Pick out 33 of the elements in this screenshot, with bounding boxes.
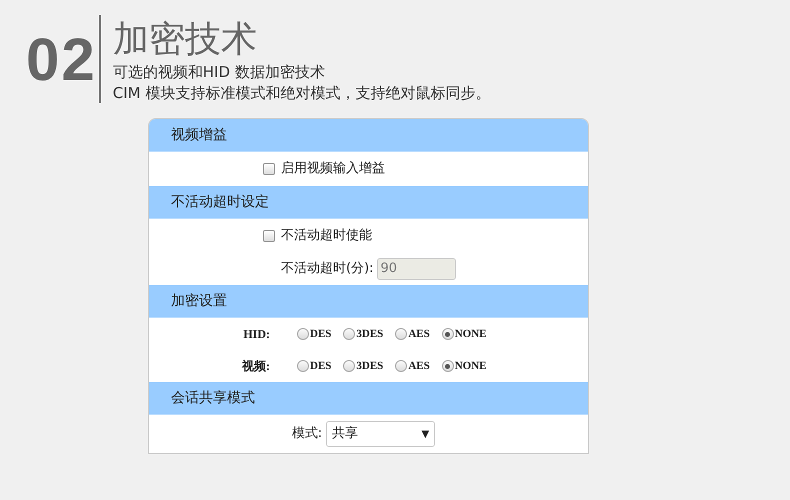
radio-group-label: 视频: [240,358,270,375]
description-line: CIM 模块支持标准模式和绝对模式，支持绝对鼠标同步。 [112,83,490,104]
section-header: 视频增益 [149,119,588,152]
mode-select[interactable]: 共享 ▼ [326,421,436,447]
radio-button[interactable] [442,328,454,340]
radio-option[interactable]: NONE [442,326,486,342]
radio-option[interactable]: AES [395,326,430,342]
radio-button[interactable] [395,328,408,340]
section-header: 会话共享模式 [149,382,588,415]
radio-button[interactable] [297,328,309,340]
radio-button[interactable] [442,360,454,372]
section-title: 加密技术 [112,18,258,62]
radio-option[interactable]: 3DES [343,326,384,342]
field-label: 不活动超时(分): [281,260,374,278]
checkbox[interactable] [263,230,275,242]
checkbox-label: 不活动超时使能 [281,227,372,246]
section-header: 加密设置 [149,285,588,318]
radio-option[interactable]: AES [395,358,430,374]
checkbox-label: 启用视频输入增益 [281,160,385,178]
radio-option[interactable]: DES [297,326,332,342]
radio-button[interactable] [297,360,309,372]
radio-group-label: HID: [242,326,270,343]
select-label: 模式: [292,425,322,444]
radio-option[interactable]: DES [297,358,332,374]
checkbox[interactable] [263,163,275,175]
radio-button[interactable] [343,328,356,340]
description-line: 可选的视频和HID 数据加密技术 [112,62,326,83]
radio-button[interactable] [395,360,408,372]
section-number: 02 [26,25,97,95]
radio-button[interactable] [343,360,356,372]
section-header: 不活动超时设定 [149,186,588,219]
radio-option[interactable]: 3DES [343,358,384,374]
radio-option[interactable]: NONE [442,358,486,374]
